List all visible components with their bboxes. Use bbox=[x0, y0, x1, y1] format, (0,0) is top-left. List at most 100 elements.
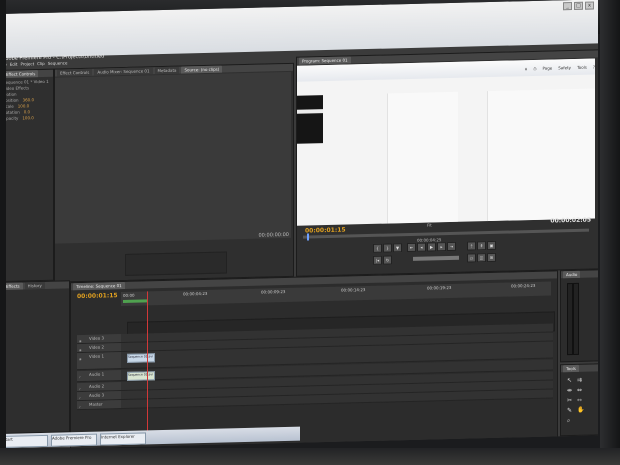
taskbar-item-premiere[interactable]: Adobe Premiere Pro bbox=[51, 433, 97, 447]
track-select-tool-icon[interactable]: ⇉ bbox=[577, 377, 582, 384]
program-current-timecode[interactable]: 00:00:01:15 bbox=[305, 227, 346, 235]
selection-tool-icon[interactable]: ↖ bbox=[567, 377, 572, 384]
work-area-bar[interactable] bbox=[123, 299, 147, 303]
tools-menu[interactable]: Tools bbox=[577, 64, 587, 69]
timeline-timecode[interactable]: 00:00:01:15 bbox=[77, 292, 118, 300]
minimize-button[interactable]: _ bbox=[563, 2, 572, 11]
audio-tabs: Audio bbox=[561, 270, 598, 279]
tab-metadata[interactable]: Metadata bbox=[154, 66, 180, 75]
effect-controls-panel: Effect Controls Sequence 01 * Video 1 Vi… bbox=[0, 68, 54, 282]
effects-panel: Effects History bbox=[0, 280, 70, 434]
mark-in-icon[interactable]: { bbox=[373, 243, 382, 253]
source-monitor-panel: Effect Controls Audio Mixer: Sequence 01… bbox=[54, 62, 294, 283]
effects-tabs: Effects History bbox=[1, 281, 69, 290]
maximize-button[interactable]: □ bbox=[574, 1, 583, 10]
program-duration-timecode: 00:00:02:05 bbox=[550, 216, 591, 225]
tab-audio[interactable]: Audio bbox=[563, 270, 581, 279]
extract-icon[interactable]: ⇞ bbox=[477, 241, 486, 251]
slip-tool-icon[interactable]: ⇿ bbox=[577, 397, 582, 404]
ruler-tick: 00:00:14:23 bbox=[341, 287, 366, 293]
audio-clip[interactable]: Sequence 01.avi bbox=[127, 371, 155, 381]
program-playhead[interactable] bbox=[307, 233, 309, 241]
go-to-previous-edit-icon[interactable]: |◂ bbox=[373, 255, 382, 265]
export-frame-icon[interactable]: ▣ bbox=[487, 240, 496, 251]
source-transport-controls bbox=[125, 251, 227, 276]
program-fit-dropdown[interactable]: Fit bbox=[427, 222, 432, 227]
speaker-icon[interactable]: ♪ bbox=[79, 403, 81, 411]
close-button[interactable]: x bbox=[585, 1, 594, 10]
screen: _ □ x Adobe Premiere Pro - C:\Projects\U… bbox=[0, 0, 598, 451]
pen-tool-icon[interactable]: ✎ bbox=[567, 407, 572, 414]
tab-timeline[interactable]: Timeline: Sequence 01 bbox=[73, 281, 125, 291]
step-back-icon[interactable]: ◂ bbox=[417, 242, 426, 252]
home-icon[interactable]: ⌂ bbox=[525, 66, 528, 71]
trim-icon[interactable]: ⊞ bbox=[487, 252, 496, 263]
track-label: Audio 1 bbox=[89, 371, 105, 377]
track-header: ◉ Video 3 bbox=[77, 334, 121, 344]
track-label: Video 3 bbox=[89, 335, 105, 341]
lift-icon[interactable]: ⇡ bbox=[467, 241, 476, 251]
zoom-tool-icon[interactable]: ⌕ bbox=[567, 417, 570, 425]
output-icon[interactable]: ◫ bbox=[477, 253, 486, 263]
source-timecode[interactable]: 00:00:00:00 bbox=[258, 232, 289, 239]
safe-margins-icon[interactable]: ▭ bbox=[467, 253, 476, 263]
rolling-edit-tool-icon[interactable]: ⇔ bbox=[577, 387, 582, 394]
eye-icon[interactable]: ◉ bbox=[79, 355, 82, 363]
video-frame-pane bbox=[387, 91, 458, 224]
tab-effect-controls-2[interactable]: Effect Controls bbox=[57, 68, 93, 77]
step-forward-icon[interactable]: ▸ bbox=[437, 242, 446, 252]
track-header: ◉ Video 2 bbox=[77, 343, 121, 353]
play-icon[interactable]: ▶ bbox=[427, 242, 436, 252]
tab-tools[interactable]: Tools bbox=[563, 364, 579, 373]
track-header: ♪ Audio 2 bbox=[77, 382, 121, 392]
ec-value-scale[interactable]: 100.0 bbox=[18, 103, 29, 108]
ripple-edit-tool-icon[interactable]: ⇹ bbox=[567, 387, 572, 394]
source-viewer bbox=[55, 71, 291, 244]
tab-audio-mixer[interactable]: Audio Mixer: Sequence 01 bbox=[94, 67, 153, 76]
marker-icon[interactable]: ▼ bbox=[393, 243, 402, 253]
track-header: ♪ Audio 1 bbox=[77, 370, 121, 382]
page-menu[interactable]: Page bbox=[543, 65, 553, 70]
tab-program[interactable]: Program: Sequence 01 bbox=[299, 56, 351, 65]
jog-shuttle[interactable] bbox=[413, 255, 459, 261]
menu-edit[interactable]: Edit bbox=[10, 62, 18, 68]
menu-project[interactable]: Project bbox=[20, 61, 34, 67]
program-viewer: ⌂ ⎙ Page Safety Tools ? bbox=[297, 58, 595, 226]
ec-value-rotation[interactable]: 0.0 bbox=[24, 109, 30, 114]
track-header: ◉ Video 1 bbox=[77, 352, 121, 370]
menu-clip[interactable]: Clip bbox=[37, 61, 45, 67]
ruler-tick: 00:00:19:23 bbox=[427, 284, 452, 291]
speaker-icon[interactable]: ♪ bbox=[79, 373, 81, 381]
tools-panel: Tools ↖ ⇉ ⇹ ⇔ ✂ ⇿ ✎ ✋ ⌕ bbox=[560, 363, 598, 437]
safety-menu[interactable]: Safety bbox=[558, 65, 571, 70]
ec-value-position[interactable]: 360.0 bbox=[23, 97, 34, 102]
menu-sequence[interactable]: Sequence bbox=[48, 60, 68, 66]
go-to-out-icon[interactable]: ⇥ bbox=[447, 241, 456, 252]
monitor-bezel-bottom bbox=[0, 448, 620, 465]
program-scrub-bar[interactable] bbox=[303, 228, 589, 239]
program-transport-controls: { } ▼ ⇤ ◂ ▶ ▸ ⇥ ⇡ ⇞ ▣ |◂ ↻ ▭ ◫ ⊞ bbox=[373, 240, 521, 268]
taskbar-item-ie[interactable]: Internet Explorer bbox=[100, 432, 146, 446]
help-icon[interactable]: ? bbox=[593, 64, 595, 69]
menu-bar: File Edit Project Clip Sequence bbox=[0, 60, 67, 68]
track-label: Audio 2 bbox=[89, 383, 105, 389]
hand-tool-icon[interactable]: ✋ bbox=[577, 407, 584, 414]
video-frame-dark-region bbox=[297, 95, 323, 144]
tab-effect-controls[interactable]: Effect Controls bbox=[3, 70, 39, 78]
audio-meter-right bbox=[573, 282, 579, 355]
mark-out-icon[interactable]: } bbox=[383, 243, 392, 253]
loop-icon[interactable]: ↻ bbox=[383, 255, 392, 265]
video-clip[interactable]: Sequence 01.avi bbox=[127, 353, 155, 363]
window-controls: _ □ x bbox=[563, 1, 594, 11]
ec-value-opacity[interactable]: 100.0 bbox=[22, 115, 33, 120]
tab-source[interactable]: Source: (no clips) bbox=[181, 65, 223, 74]
go-to-in-icon[interactable]: ⇤ bbox=[407, 242, 416, 253]
tab-history[interactable]: History bbox=[24, 281, 45, 290]
track-label: Video 1 bbox=[89, 353, 105, 359]
razor-tool-icon[interactable]: ✂ bbox=[567, 397, 572, 404]
track-label: Audio 3 bbox=[89, 392, 105, 398]
print-icon[interactable]: ⎙ bbox=[533, 65, 536, 70]
video-frame-stripe bbox=[297, 109, 323, 114]
timeline-playhead[interactable] bbox=[147, 291, 148, 442]
taskbar-start-button[interactable]: Start bbox=[2, 434, 48, 448]
